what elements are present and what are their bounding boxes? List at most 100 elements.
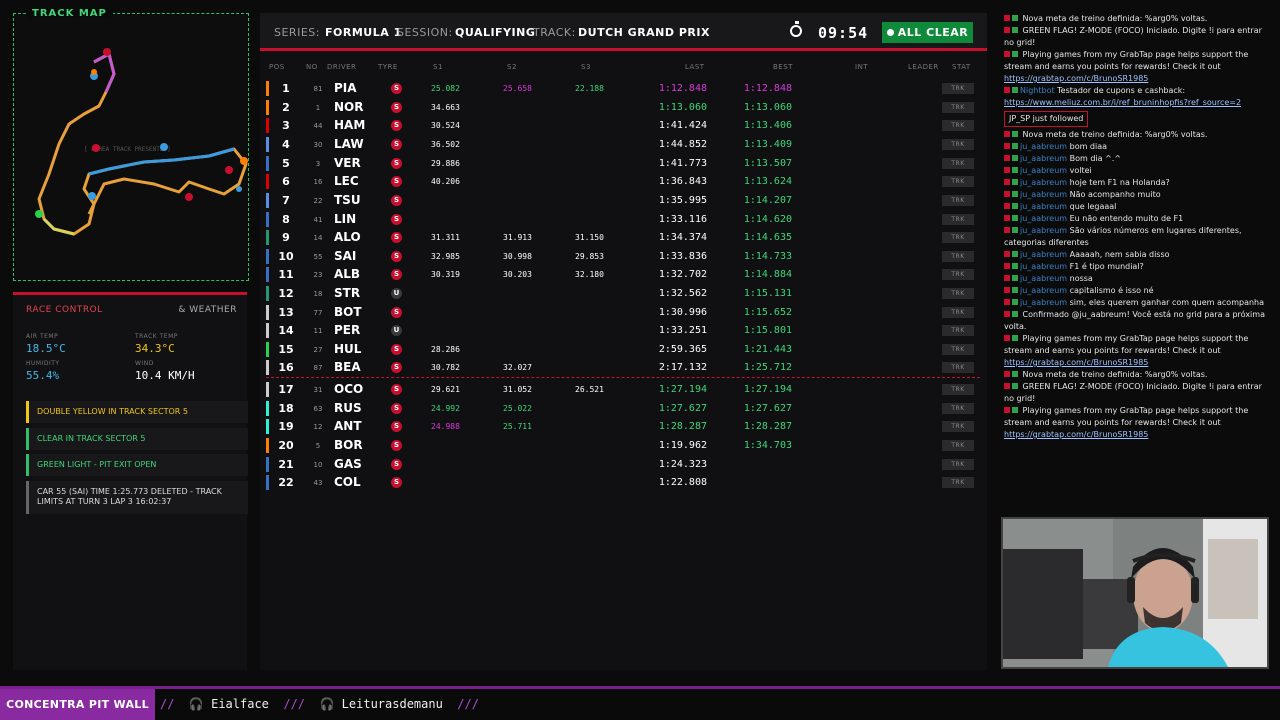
track-sector-1 <box>93 51 116 93</box>
track-button[interactable]: TRK <box>942 421 974 432</box>
table-row[interactable]: 11 23 ALB S 30.319 30.203 32.180 1:32.702 1:14.8… <box>266 266 980 284</box>
last-lap-time: 1:12.848 <box>658 83 707 94</box>
track-button[interactable]: TRK <box>942 195 974 206</box>
chat-username[interactable]: ju_aabreum <box>1020 190 1067 199</box>
position-number: 7 <box>282 194 290 207</box>
track-button[interactable]: TRK <box>942 232 974 243</box>
chat-link[interactable]: https://grabtap.com/c/BrunoSR1985 <box>1004 74 1148 83</box>
chat-username[interactable]: ju_aabreum <box>1020 250 1067 259</box>
chat-link[interactable]: https://www.meliuz.com.br/i/ref_bruninho… <box>1004 98 1241 107</box>
tyre-compound-icon: S <box>391 83 402 94</box>
tyre-compound-icon: U <box>391 288 402 299</box>
track-button[interactable]: TRK <box>942 344 974 355</box>
table-row[interactable]: 22 43 COL S 1:22.808 TRK <box>266 474 980 492</box>
last-lap-time: 2:17.132 <box>658 362 707 373</box>
track-button[interactable]: TRK <box>942 440 974 451</box>
team-color-bar <box>266 457 269 472</box>
track-button[interactable]: TRK <box>942 158 974 169</box>
tyre-compound-icon: S <box>391 195 402 206</box>
table-row[interactable]: 20 5 BOR S 1:19.962 1:34.703 TRK <box>266 437 980 455</box>
badge-icon <box>1012 215 1018 221</box>
last-lap-time: 1:32.562 <box>658 288 707 299</box>
headphones-icon: 🎧 <box>319 697 335 711</box>
chat-username[interactable]: ju_aabreum <box>1020 298 1067 307</box>
chat-username[interactable]: ju_aabreum <box>1020 166 1067 175</box>
chat-message: ju_aabreum sim, eles querem ganhar com q… <box>1004 297 1266 309</box>
track-button[interactable]: TRK <box>942 269 974 280</box>
car-marker <box>185 193 193 201</box>
table-row[interactable]: 7 22 TSU S 1:35.995 1:14.207 TRK <box>266 192 980 210</box>
chat-username[interactable]: ju_aabreum <box>1020 142 1067 151</box>
sector-1-time: 29.621 <box>431 385 460 394</box>
weather-air-temp: AIR TEMP 18.5°C <box>26 333 66 355</box>
tab-race-control[interactable]: RACE CONTROL <box>26 305 103 315</box>
driver-code: LIN <box>334 212 357 226</box>
ticker-item: Leiturasdemanu <box>341 697 443 711</box>
track-button[interactable]: TRK <box>942 120 974 131</box>
chat-link[interactable]: https://grabtap.com/c/BrunoSR1985 <box>1004 430 1148 439</box>
chat-username[interactable]: ju_aabreum <box>1020 262 1067 271</box>
badge-icon <box>1004 51 1010 57</box>
badge-icon <box>1004 407 1010 413</box>
chat-username[interactable]: ju_aabreum <box>1020 202 1067 211</box>
track-button[interactable]: TRK <box>942 362 974 373</box>
table-row[interactable]: 4 30 LAW S 36.502 1:44.852 1:13.409 TRK <box>266 136 980 154</box>
track-button[interactable]: TRK <box>942 459 974 470</box>
table-row[interactable]: 14 11 PER U 1:33.251 1:15.801 TRK <box>266 322 980 340</box>
table-row[interactable]: 16 87 BEA S 30.782 32.027 2:17.132 1:25.712 TRK <box>266 359 980 377</box>
track-button[interactable]: TRK <box>942 176 974 187</box>
chat-username[interactable]: ju_aabreum <box>1020 178 1067 187</box>
table-row[interactable]: 9 14 ALO S 31.311 31.913 31.150 1:34.374 1:14.63… <box>266 229 980 247</box>
track-button[interactable]: TRK <box>942 477 974 488</box>
chat-username[interactable]: ju_aabreum <box>1020 226 1067 235</box>
table-row[interactable]: 10 55 SAI S 32.985 30.998 29.853 1:33.836 1:14.7… <box>266 248 980 266</box>
sector-1-time: 40.206 <box>431 177 460 186</box>
best-lap-time: 1:14.207 <box>743 195 792 206</box>
driver-code: PER <box>334 323 361 337</box>
track-button[interactable]: TRK <box>942 251 974 262</box>
table-row[interactable]: 13 77 BOT S 1:30.996 1:15.652 TRK <box>266 304 980 322</box>
table-row[interactable]: 3 44 HAM S 30.524 1:41.424 1:13.406 TRK <box>266 117 980 135</box>
driver-code: ANT <box>334 419 362 433</box>
chat-username[interactable]: ju_aabreum <box>1020 274 1067 283</box>
table-row[interactable]: 17 31 OCO S 29.621 31.052 26.521 1:27.194 1:27.1… <box>266 381 980 399</box>
session-clock: 09:54 <box>818 24 869 42</box>
table-row[interactable]: 5 3 VER S 29.886 1:41.773 1:13.507 TRK <box>266 155 980 173</box>
chat-username[interactable]: ju_aabreum <box>1020 214 1067 223</box>
badge-icon <box>1004 27 1010 33</box>
tab-weather[interactable]: & WEATHER <box>178 305 237 315</box>
track-button[interactable]: TRK <box>942 139 974 150</box>
table-row[interactable]: 6 16 LEC S 40.206 1:36.843 1:13.624 TRK <box>266 173 980 191</box>
track-button[interactable]: TRK <box>942 102 974 113</box>
tyre-compound-icon: S <box>391 459 402 470</box>
chat-username[interactable]: Nightbot <box>1020 86 1055 95</box>
track-button[interactable]: TRK <box>942 83 974 94</box>
headphones-icon: 🎧 <box>188 697 204 711</box>
table-row[interactable]: 1 81 PIA S 25.082 25.658 22.188 1:12.848 1:12.84… <box>266 80 980 98</box>
table-row[interactable]: 19 12 ANT S 24.988 25.711 1:28.287 1:28.287 TRK <box>266 418 980 436</box>
table-row[interactable]: 8 41 LIN S 1:33.116 1:14.620 TRK <box>266 211 980 229</box>
track-button[interactable]: TRK <box>942 307 974 318</box>
team-color-bar <box>266 137 269 152</box>
table-row[interactable]: 15 27 HUL S 28.286 2:59.365 1:21.443 TRK <box>266 341 980 359</box>
chat-username[interactable]: JP_SP <box>1009 114 1030 123</box>
chat-username[interactable]: ju_aabreum <box>1020 286 1067 295</box>
table-row[interactable]: 12 18 STR U 1:32.562 1:15.131 TRK <box>266 285 980 303</box>
chat-username[interactable]: ju_aabreum <box>1020 154 1067 163</box>
badge-icon <box>1004 227 1010 233</box>
table-row[interactable]: 2 1 NOR S 34.663 1:13.060 1:13.060 TRK <box>266 99 980 117</box>
track-button[interactable]: TRK <box>942 214 974 225</box>
table-row[interactable]: 21 10 GAS S 1:24.323 TRK <box>266 456 980 474</box>
badge-icon <box>1004 251 1010 257</box>
position-number: 5 <box>282 157 290 170</box>
car-number: 3 <box>315 160 321 168</box>
track-button[interactable]: TRK <box>942 288 974 299</box>
chat-link[interactable]: https://grabtap.com/c/BrunoSR1985 <box>1004 358 1148 367</box>
series-value: FORMULA 1 <box>325 26 402 39</box>
track-button[interactable]: TRK <box>942 325 974 336</box>
table-row[interactable]: 18 63 RUS S 24.992 25.022 1:27.627 1:27.627 TRK <box>266 400 980 418</box>
car-number: 23 <box>313 271 323 279</box>
track-button[interactable]: TRK <box>942 384 974 395</box>
badge-icon <box>1012 179 1018 185</box>
track-button[interactable]: TRK <box>942 403 974 414</box>
